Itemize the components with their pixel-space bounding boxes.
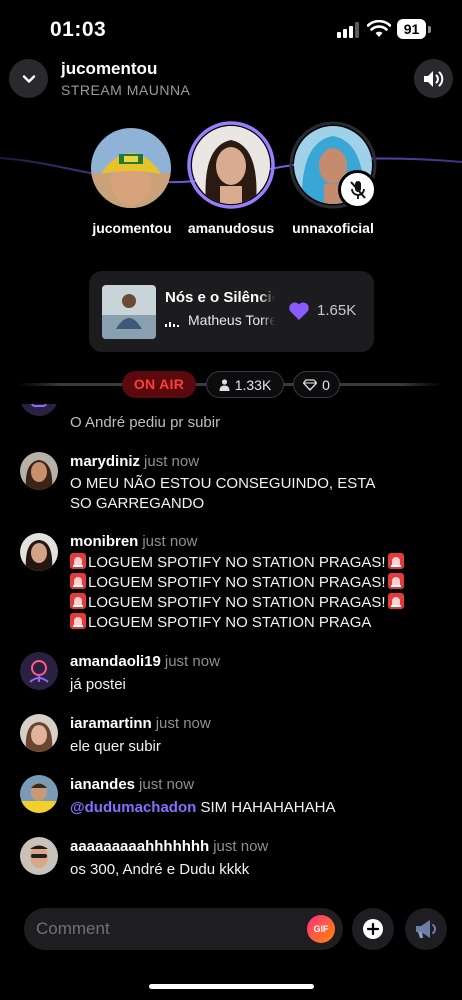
sound-toggle-button[interactable] [414,59,453,98]
chat-timestamp: just now [139,776,195,793]
chat-timestamp: just now [155,715,211,732]
chat-message-line: LOGUEM SPOTIFY NO STATION PRAGAS! [70,553,440,573]
chat-username-text: marydiniz [70,453,141,470]
listeners-count: 1.33K [234,376,272,393]
status-bar: 01:03 91 [0,0,462,56]
plus-icon [363,919,383,939]
room-title: STREAM MAUNNA [61,82,191,98]
battery-level: 91 [397,19,426,39]
chat-message-line: LOGUEM SPOTIFY NO STATION PRAGA [70,613,440,633]
chat-message-line: @dudumachadon SIM HAHAHAHAHA [70,798,440,818]
chat-avatar[interactable] [20,452,58,490]
gems-count-badge[interactable]: 0 [293,371,340,398]
chat-message-text: O André pediu pr subir [70,414,221,431]
battery-tip [428,26,431,33]
chat-username-text: monibren [70,533,139,550]
chat-timestamp: just now [164,653,220,670]
chat-message-line: já postei [70,676,126,693]
siren-icon [387,553,404,569]
siren-icon [70,573,86,589]
chat-feed[interactable]: O André pediu pr subir marydiniz just now… [0,404,462,894]
chat-message-text: LOGUEM SPOTIFY NO STATION PRAGAS! [88,574,386,591]
chat-message-line: ele quer subir [70,738,161,755]
chevron-down-icon [22,74,35,83]
chat-message-text: LOGUEM SPOTIFY NO STATION PRAGAS! [88,594,386,611]
chat-message-line: LOGUEM SPOTIFY NO STATION PRAGAS! [70,573,440,593]
diamond-icon [303,378,318,391]
home-indicator[interactable] [149,984,314,989]
chat-avatar [20,404,58,416]
megaphone-icon [416,920,436,938]
wifi-icon [367,20,391,37]
chat-timestamp: just now [213,838,269,855]
comment-input[interactable]: Comment GIF [24,908,343,950]
chat-username[interactable]: ianandes just now [70,776,194,793]
request-to-speak-button[interactable] [405,908,447,950]
siren-icon [70,553,86,569]
chat-username[interactable]: iaramartinn just now [70,715,211,732]
mic-off-icon [349,180,366,199]
chat-username-text: iaramartinn [70,715,152,732]
chat-message-line: O MEU NÃO ESTOU CONSEGUINDO, ESTA [70,475,376,492]
chat-message-line: os 300, André e Dudu kkkk [70,861,250,878]
siren-icon [387,593,404,609]
chat-username[interactable]: aaaaaaaaahhhhhhh just now [70,838,268,855]
chat-username[interactable]: amandaoli19 just now [70,653,220,670]
listeners-count-badge[interactable]: 1.33K [206,371,284,398]
chat-avatar[interactable] [20,714,58,752]
muted-badge [338,170,377,209]
chat-username[interactable]: monibren just now [70,533,197,550]
heart-icon[interactable] [288,301,310,321]
now-playing-card[interactable]: Nós e o Silêncio Matheus Torres 1.65K [89,271,374,352]
chat-avatar[interactable] [20,837,58,875]
speaker-avatar-jucomentou[interactable] [91,128,171,208]
cellular-signal-icon [337,22,359,38]
chat-timestamp: just now [144,453,200,470]
like-count: 1.65K [317,302,357,319]
avatar-image [91,128,171,208]
speaker-name: amanudosus [187,220,275,236]
chat-message-text: SIM HAHAHAHAHA [196,799,336,816]
siren-icon [387,573,404,589]
chat-message-text: LOGUEM SPOTIFY NO STATION PRAGA [88,614,372,631]
chat-username-text: aaaaaaaaahhhhhhh [70,838,210,855]
chat-username-text: amandaoli19 [70,653,161,670]
mention-link[interactable]: @dudumachadon [70,799,196,816]
chat-avatar[interactable] [20,533,58,571]
gems-count: 0 [322,376,330,393]
comment-placeholder: Comment [36,919,110,938]
speaker-name: jucomentou [92,220,172,236]
chat-avatar[interactable] [20,775,58,813]
chat-avatar[interactable] [20,652,58,690]
speaker-volume-icon [423,70,443,87]
chat-username-text: ianandes [70,776,136,793]
track-artist: Matheus Torres [188,312,275,328]
battery-indicator: 91 [397,19,431,39]
equalizer-icon [165,322,179,327]
collapse-button[interactable] [9,59,48,98]
chat-timestamp: just now [142,533,198,550]
chat-username[interactable]: marydiniz just now [70,453,199,470]
album-art [102,285,156,339]
speaker-avatar-amanudosus[interactable] [192,126,270,204]
track-title: Nós e o Silêncio [165,289,275,306]
siren-icon [70,613,86,629]
siren-icon [70,593,86,609]
avatar-image [192,126,270,204]
chat-message-text: LOGUEM SPOTIFY NO STATION PRAGAS! [88,554,386,571]
gif-button[interactable]: GIF [307,915,335,943]
on-air-badge: ON AIR [122,371,196,398]
chat-message-line: SO GARREGANDO [70,495,205,512]
add-button[interactable] [352,908,394,950]
clock: 01:03 [50,18,107,41]
speaker-name: unnaxoficial [292,220,374,236]
chat-message-line: LOGUEM SPOTIFY NO STATION PRAGAS! [70,593,440,613]
person-icon [219,378,230,391]
room-host-name: jucomentou [61,59,158,78]
